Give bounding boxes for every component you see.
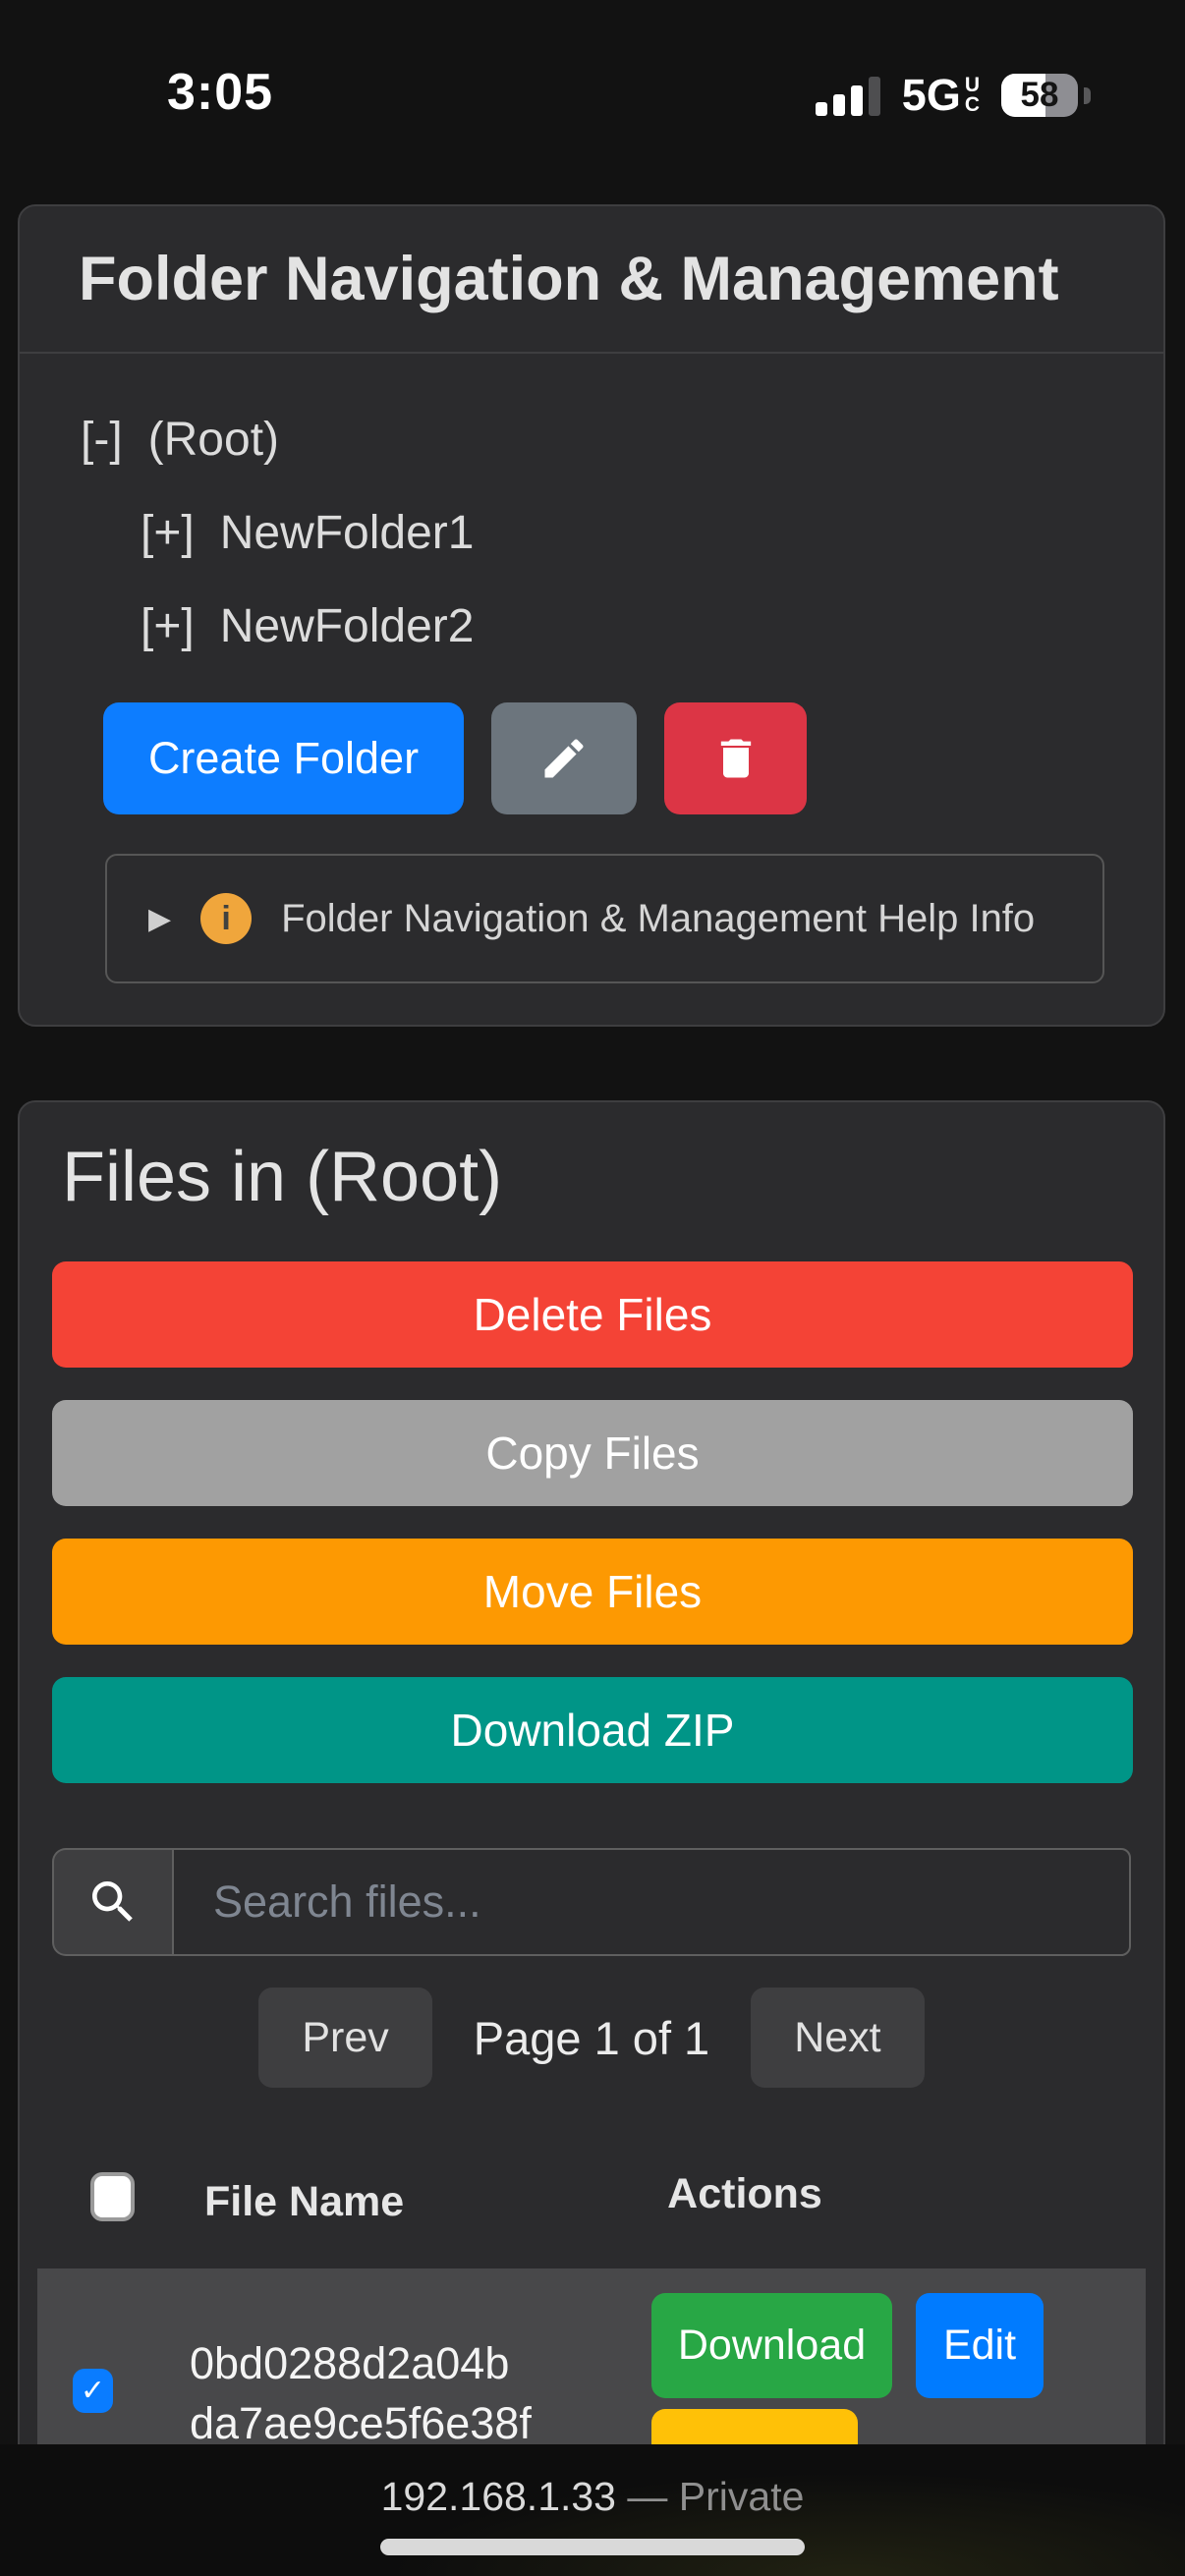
folder-management-card: Folder Navigation & Management [-] (Root…	[18, 204, 1165, 1027]
column-header-file-name: File Name	[204, 2178, 404, 2226]
next-page-button[interactable]: Next	[751, 1988, 924, 2088]
delete-files-button[interactable]: Delete Files	[52, 1261, 1133, 1368]
expand-toggle[interactable]: [+]	[141, 599, 195, 653]
create-folder-button[interactable]: Create Folder	[103, 702, 464, 814]
download-file-button[interactable]: Download	[651, 2293, 892, 2398]
address-bar[interactable]: 192.168.1.33 — Private	[0, 2474, 1185, 2520]
row-checkbox-checked[interactable]: ✓	[73, 2369, 113, 2413]
battery-percent: 58	[1001, 74, 1078, 117]
tree-item-label[interactable]: (Root)	[148, 413, 279, 467]
folder-tree: [-] (Root) [+] NewFolder1 [+] NewFolder2	[81, 393, 1104, 673]
battery-nub	[1084, 87, 1091, 104]
folder-help-label: Folder Navigation & Management Help Info	[281, 897, 1035, 941]
table-header: File Name Actions	[52, 2170, 1131, 2231]
url-text[interactable]: 192.168.1.33	[381, 2474, 616, 2519]
network-sub-bottom: C	[965, 95, 980, 115]
folder-card-title: Folder Navigation & Management	[79, 244, 1059, 314]
search-icon	[85, 1875, 141, 1930]
trash-icon	[710, 733, 762, 784]
search-input[interactable]	[172, 1848, 1131, 1956]
tree-item-label[interactable]: NewFolder2	[220, 599, 475, 653]
tree-item-label[interactable]: NewFolder1	[220, 506, 475, 560]
edit-file-button[interactable]: Edit	[916, 2293, 1044, 2398]
disclosure-triangle-icon[interactable]: ▶	[148, 902, 171, 936]
expand-toggle[interactable]: [+]	[141, 506, 195, 560]
download-zip-button[interactable]: Download ZIP	[52, 1677, 1133, 1783]
move-files-button[interactable]: Move Files	[52, 1539, 1133, 1645]
private-mode-label: — Private	[616, 2474, 804, 2519]
rename-folder-button[interactable]	[491, 702, 637, 814]
checkmark-icon: ✓	[81, 2374, 105, 2408]
tree-item-newfolder2[interactable]: [+] NewFolder2	[81, 580, 1104, 673]
tree-item-newfolder1[interactable]: [+] NewFolder1	[81, 486, 1104, 580]
select-all-checkbox[interactable]	[90, 2172, 135, 2221]
collapse-toggle[interactable]: [-]	[81, 413, 123, 467]
info-icon: i	[200, 893, 252, 944]
table-row: ✓ 0bd0288d2a04b da7ae9ce5f6e38f Download…	[37, 2268, 1146, 2466]
network-type-label: 5G	[902, 70, 961, 121]
column-header-actions: Actions	[656, 2170, 833, 2218]
file-name-cell: 0bd0288d2a04b da7ae9ce5f6e38f	[190, 2333, 532, 2453]
files-heading: Files in (Root)	[62, 1138, 1131, 1216]
network-sub-top: U	[965, 76, 980, 95]
battery-icon: 58	[1001, 74, 1078, 117]
prev-page-button[interactable]: Prev	[258, 1988, 431, 2088]
network-type-indicator: 5G U C	[902, 70, 980, 121]
folder-help-disclosure[interactable]: ▶ i Folder Navigation & Management Help …	[105, 854, 1104, 983]
page-indicator: Page 1 of 1	[474, 2011, 709, 2065]
status-bar: 3:05 5G U C 58	[0, 0, 1185, 204]
tree-item-root[interactable]: [-] (Root)	[81, 393, 1104, 486]
delete-folder-button[interactable]	[664, 702, 807, 814]
safari-bottom-bar: 192.168.1.33 — Private	[0, 2444, 1185, 2576]
copy-files-button[interactable]: Copy Files	[52, 1400, 1133, 1506]
file-name-line1: 0bd0288d2a04b	[190, 2333, 532, 2393]
home-indicator[interactable]	[380, 2539, 805, 2555]
pencil-icon	[538, 733, 590, 784]
files-card: Files in (Root) Delete Files Copy Files …	[18, 1100, 1165, 2466]
search-addon	[52, 1848, 172, 1956]
cellular-signal-icon	[816, 75, 880, 116]
iphone-screen: 3:05 5G U C 58 Folder Navigation & Manag…	[0, 0, 1185, 2576]
status-time: 3:05	[167, 63, 273, 122]
folder-card-header: Folder Navigation & Management	[20, 206, 1163, 354]
